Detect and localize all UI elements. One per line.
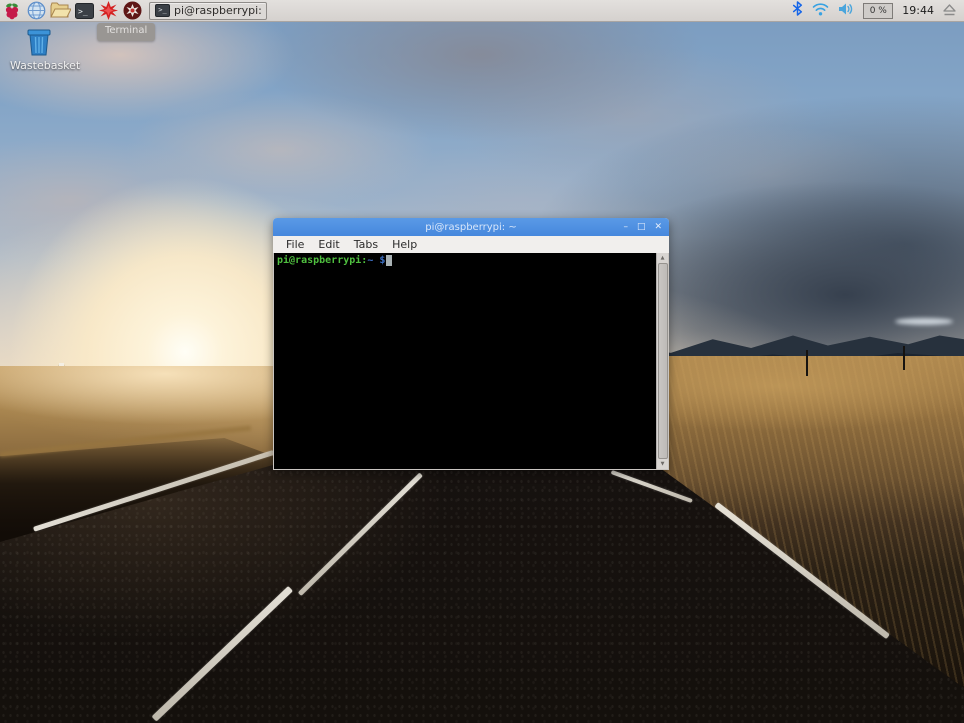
browser-launcher[interactable] [24, 1, 48, 21]
system-tray: 0 % 19:44 [792, 1, 964, 20]
window-titlebar[interactable]: pi@raspberrypi: ~ – □ ✕ [273, 218, 669, 236]
terminal-scrollbar[interactable]: ▲ ▼ [656, 253, 668, 469]
menu-button[interactable] [0, 1, 24, 21]
menu-edit[interactable]: Edit [311, 238, 346, 251]
window-menubar: File Edit Tabs Help [273, 236, 669, 253]
menu-tabs[interactable]: Tabs [347, 238, 385, 251]
wifi-icon[interactable] [812, 1, 829, 20]
globe-icon [27, 1, 46, 20]
volume-icon[interactable] [838, 1, 854, 20]
terminal-launcher[interactable]: >_ [72, 1, 96, 21]
wallpaper-snow-patch [895, 318, 953, 325]
launcher-tooltip: Terminal [97, 23, 155, 41]
bluetooth-icon[interactable] [792, 1, 803, 20]
wastebasket-desktop-icon[interactable]: Wastebasket [10, 28, 68, 72]
svg-text:>_: >_ [78, 7, 88, 16]
mathematica-launcher[interactable] [96, 1, 120, 21]
cpu-monitor[interactable]: 0 % [863, 3, 893, 19]
wolfram-launcher[interactable] [120, 1, 144, 21]
raspberry-menu-icon [3, 2, 21, 20]
terminal-icon: >_ [155, 4, 170, 17]
fence-post [806, 350, 808, 376]
prompt-symbol: $ [379, 255, 385, 266]
terminal-icon: >_ [75, 3, 94, 19]
terminal-window: pi@raspberrypi: ~ – □ ✕ File Edit Tabs H… [273, 218, 669, 470]
wastebasket-icon [26, 28, 52, 56]
window-controls: – □ ✕ [623, 218, 662, 236]
folder-icon [50, 2, 71, 19]
clock[interactable]: 19:44 [902, 4, 934, 17]
desktop: >_ >_ pi@raspberrypi: ~ [0, 0, 964, 723]
menu-file[interactable]: File [279, 238, 311, 251]
scrollbar-thumb[interactable] [658, 263, 668, 459]
scroll-down-icon[interactable]: ▼ [661, 459, 665, 469]
menu-help[interactable]: Help [385, 238, 424, 251]
taskbar-window-label: pi@raspberrypi: ~ [174, 4, 261, 17]
file-manager-launcher[interactable] [48, 1, 72, 21]
fence-post [903, 346, 905, 370]
minimize-button[interactable]: – [623, 218, 628, 236]
terminal-prompt-line: pi@raspberrypi:~ $ [274, 253, 656, 469]
maximize-button[interactable]: □ [637, 218, 646, 236]
wolfram-icon [123, 1, 142, 20]
spikey-star-icon [99, 1, 118, 20]
terminal-cursor [386, 255, 392, 266]
wastebasket-label: Wastebasket [10, 59, 68, 72]
taskbar-window-button[interactable]: >_ pi@raspberrypi: ~ [149, 2, 267, 20]
scroll-up-icon[interactable]: ▲ [661, 253, 665, 263]
terminal-content[interactable]: pi@raspberrypi:~ $ ▲ ▼ [273, 253, 669, 470]
close-button[interactable]: ✕ [654, 218, 662, 236]
prompt-user-host: pi@raspberrypi [277, 255, 361, 266]
taskbar: >_ >_ pi@raspberrypi: ~ [0, 0, 964, 22]
eject-icon[interactable] [943, 1, 956, 20]
window-title: pi@raspberrypi: ~ [425, 222, 516, 233]
